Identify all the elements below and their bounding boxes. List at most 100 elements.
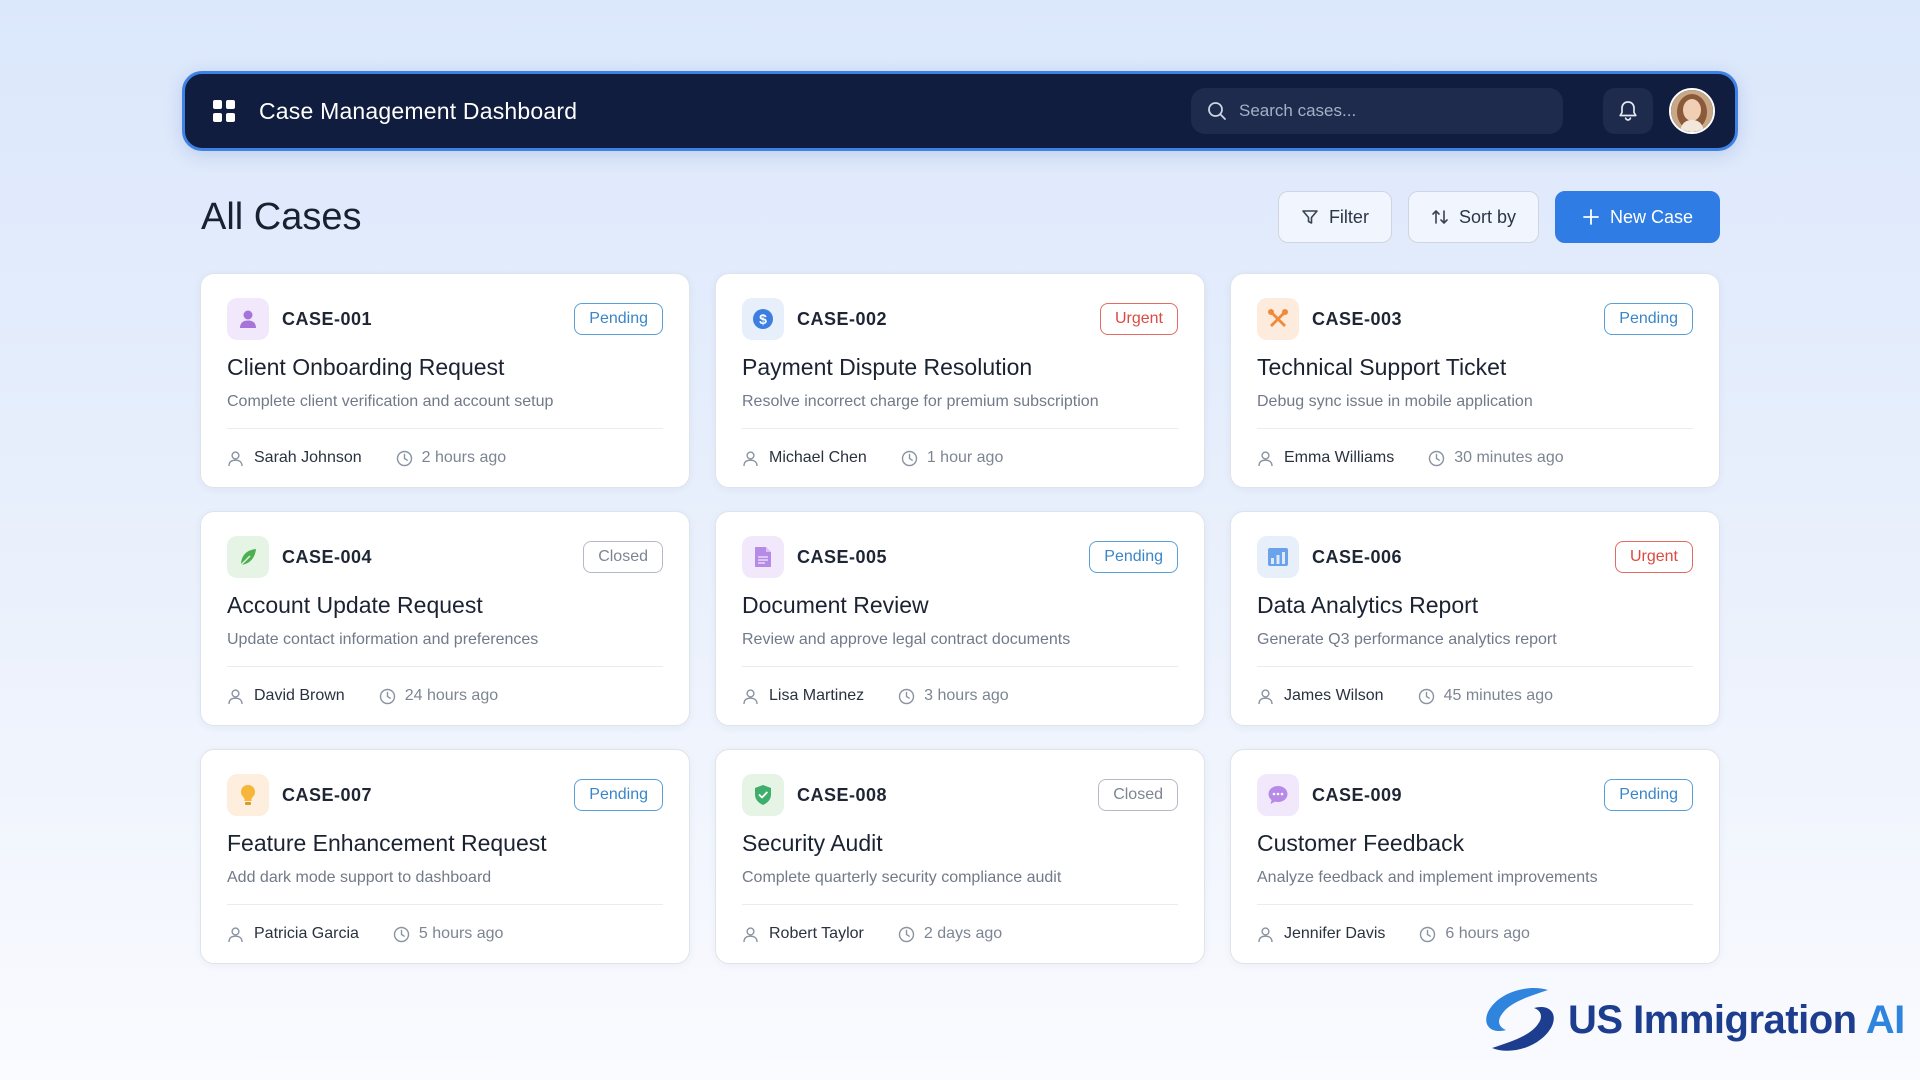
lightbulb-icon [227, 774, 269, 816]
case-description: Update contact information and preferenc… [227, 631, 539, 648]
plus-icon [1583, 209, 1599, 225]
case-cards-grid: CASE-001 Pending Client Onboarding Reque… [200, 273, 1720, 987]
case-card[interactable]: CASE-007 Pending Feature Enhancement Req… [200, 749, 690, 964]
person-icon [228, 450, 243, 466]
grid-icon[interactable] [213, 100, 235, 122]
case-description: Generate Q3 performance analytics report [1257, 631, 1557, 648]
case-title: Technical Support Ticket [1257, 354, 1507, 380]
status-badge: Pending [1604, 779, 1693, 811]
updated-time: 24 hours ago [404, 687, 499, 704]
case-card[interactable]: $ CASE-002 Urgent Payment Dispute Resolu… [715, 273, 1205, 488]
case-title: Customer Feedback [1257, 830, 1465, 856]
case-description: Review and approve legal contract docume… [742, 631, 1071, 648]
chart-icon [1257, 536, 1299, 578]
clock-icon [898, 688, 915, 704]
case-card[interactable]: CASE-008 Closed Security Audit Complete … [715, 749, 1205, 964]
svg-text:$: $ [759, 311, 767, 327]
case-description: Resolve incorrect charge for premium sub… [742, 393, 1099, 410]
clock-icon [1420, 926, 1436, 942]
status-badge: Pending [1604, 303, 1693, 335]
case-card[interactable]: CASE-006 Urgent Data Analytics Report Ge… [1230, 511, 1720, 726]
clock-icon [393, 926, 410, 942]
logo-text-accent: AI [1865, 997, 1906, 1042]
clock-icon [901, 450, 918, 466]
clock-icon [898, 926, 915, 942]
case-id: CASE-009 [1312, 784, 1403, 805]
case-card[interactable]: CASE-009 Pending Customer Feedback Analy… [1230, 749, 1720, 964]
status-badge: Urgent [1099, 303, 1178, 335]
person-icon [1258, 688, 1273, 704]
updated-time: 45 minutes ago [1443, 687, 1553, 704]
case-card[interactable]: CASE-001 Pending Client Onboarding Reque… [200, 273, 690, 488]
shield-icon [742, 774, 784, 816]
toolbar: Filter Sort by New Case [1277, 191, 1720, 243]
assignee-name: Jennifer Davis [1284, 925, 1386, 942]
case-title: Document Review [742, 592, 929, 618]
filter-icon [1302, 210, 1318, 224]
status-badge: Closed [1098, 779, 1178, 811]
case-title: Client Onboarding Request [227, 354, 505, 380]
document-icon [742, 536, 784, 578]
case-card[interactable]: CASE-004 Closed Account Update Request U… [200, 511, 690, 726]
case-title: Feature Enhancement Request [227, 830, 547, 856]
page-title: All Cases [201, 196, 362, 238]
search-icon [1208, 102, 1226, 120]
status-badge: Closed [583, 541, 663, 573]
case-id: CASE-004 [282, 546, 373, 567]
updated-time: 5 hours ago [418, 925, 504, 942]
assignee-name: Lisa Martinez [769, 687, 865, 704]
assignee-name: Sarah Johnson [254, 449, 362, 466]
app-title: Case Management Dashboard [259, 97, 578, 124]
tools-icon [1257, 298, 1299, 340]
logo-text-main: US Immigration [1568, 997, 1866, 1042]
filter-button[interactable]: Filter [1277, 191, 1392, 243]
case-card[interactable]: CASE-005 Pending Document Review Review … [715, 511, 1205, 726]
sort-icon [1432, 210, 1448, 224]
clock-icon [1418, 688, 1434, 704]
case-id: CASE-002 [797, 308, 888, 329]
swoosh-logo-icon [1486, 988, 1554, 1051]
case-card[interactable]: CASE-003 Pending Technical Support Ticke… [1230, 273, 1720, 488]
top-nav-bar: Case Management Dashboard [182, 71, 1738, 151]
notifications-button[interactable] [1603, 88, 1653, 134]
person-icon [1258, 926, 1273, 942]
case-description: Debug sync issue in mobile application [1257, 393, 1533, 410]
case-title: Payment Dispute Resolution [742, 354, 1033, 380]
case-description: Complete quarterly security compliance a… [742, 869, 1062, 886]
avatar-image [1671, 90, 1713, 132]
clock-icon [396, 450, 412, 466]
case-id: CASE-001 [282, 308, 373, 329]
updated-time: 2 hours ago [421, 449, 507, 466]
person-icon [743, 926, 758, 942]
case-id: CASE-006 [1312, 546, 1403, 567]
sort-button[interactable]: Sort by [1407, 191, 1539, 243]
assignee-name: Patricia Garcia [254, 925, 359, 942]
search-input[interactable] [1239, 101, 1539, 121]
dollar-icon: $ [742, 298, 784, 340]
assignee-name: Michael Chen [769, 449, 867, 466]
user-avatar[interactable] [1669, 88, 1715, 134]
brand-logo: US Immigration AI [1478, 982, 1905, 1058]
case-id: CASE-007 [282, 784, 373, 805]
search-box[interactable] [1191, 88, 1563, 134]
chat-icon [1257, 774, 1299, 816]
case-title: Security Audit [742, 830, 883, 856]
new-case-button[interactable]: New Case [1554, 191, 1720, 243]
sort-label: Sort by [1458, 206, 1516, 227]
updated-time: 30 minutes ago [1454, 449, 1564, 466]
assignee-name: Robert Taylor [769, 925, 864, 942]
leaf-icon [227, 536, 269, 578]
case-id: CASE-005 [797, 546, 888, 567]
clock-icon [1429, 450, 1445, 466]
person-icon [228, 926, 243, 942]
assignee-name: James Wilson [1284, 687, 1384, 704]
updated-time: 1 hour ago [926, 449, 1004, 466]
bell-icon [1619, 101, 1637, 121]
case-title: Data Analytics Report [1257, 592, 1479, 618]
clock-icon [379, 688, 395, 704]
case-id: CASE-008 [797, 784, 888, 805]
user-icon [227, 298, 269, 340]
status-badge: Pending [574, 779, 663, 811]
status-badge: Pending [574, 303, 663, 335]
new-case-label: New Case [1609, 206, 1693, 227]
